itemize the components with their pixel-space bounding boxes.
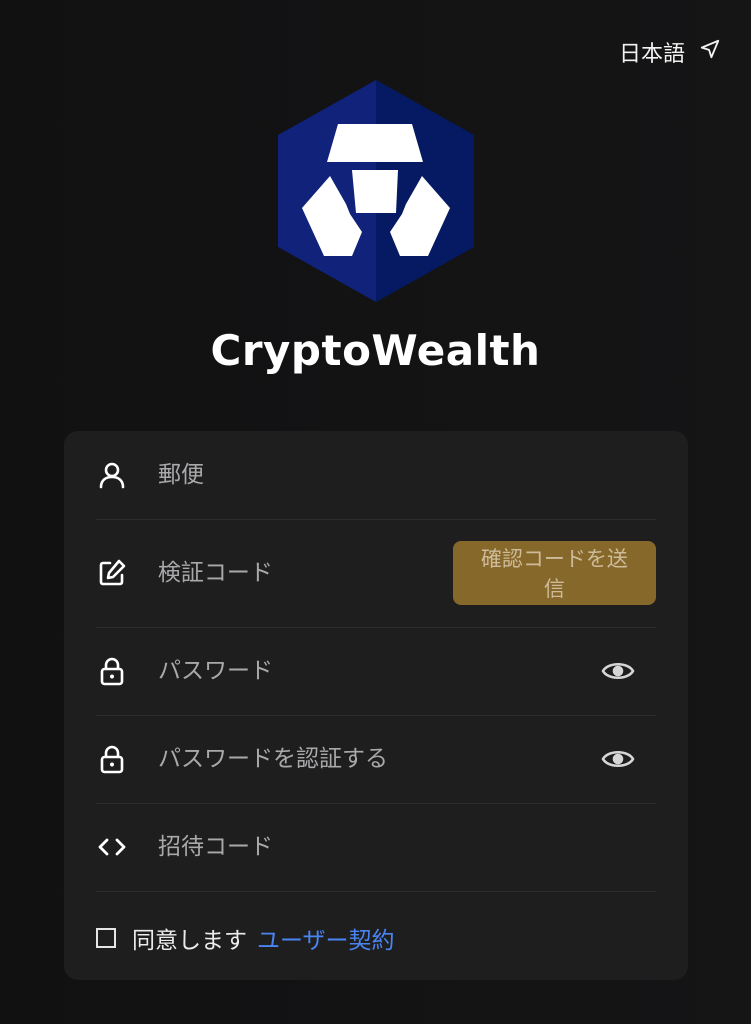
edit-icon [96,555,132,591]
invite-code-row [96,803,656,892]
user-icon [96,457,132,493]
page: 日本語 CryptoWealth 郵便 検証コード 確認コードを送信 招待コード… [0,0,751,1024]
code-icon [96,829,132,865]
language-label: 日本語 [618,42,685,67]
lion-hexagon-logo [278,80,474,302]
lock-icon [96,741,132,777]
email-field[interactable] [156,461,656,489]
confirm-password-row [96,715,656,804]
user-agreement: 同意します ユーザー契約 [96,921,395,955]
location-arrow-icon [699,38,721,66]
verification-code-field[interactable] [155,559,453,587]
agreement-checkbox[interactable] [96,928,116,948]
lock-icon [96,653,132,689]
verification-row: 確認コードを送信 [96,519,656,628]
brand-logo [278,80,474,302]
confirm-password-field[interactable] [156,745,600,773]
password-row [96,627,656,716]
agreement-text: 同意します [132,928,247,954]
app-name: CryptoWealth [210,326,541,375]
language-switcher[interactable]: 日本語 [619,36,721,68]
signup-form-card: 確認コードを送信 [64,431,688,980]
invite-code-field[interactable] [156,833,656,861]
password-field[interactable] [156,657,600,685]
user-agreement-link[interactable]: ユーザー契約 [257,921,395,955]
email-row [96,431,656,520]
eye-icon[interactable] [600,741,636,777]
eye-icon[interactable] [600,653,636,689]
send-verification-code-button[interactable]: 確認コードを送信 [452,541,656,605]
